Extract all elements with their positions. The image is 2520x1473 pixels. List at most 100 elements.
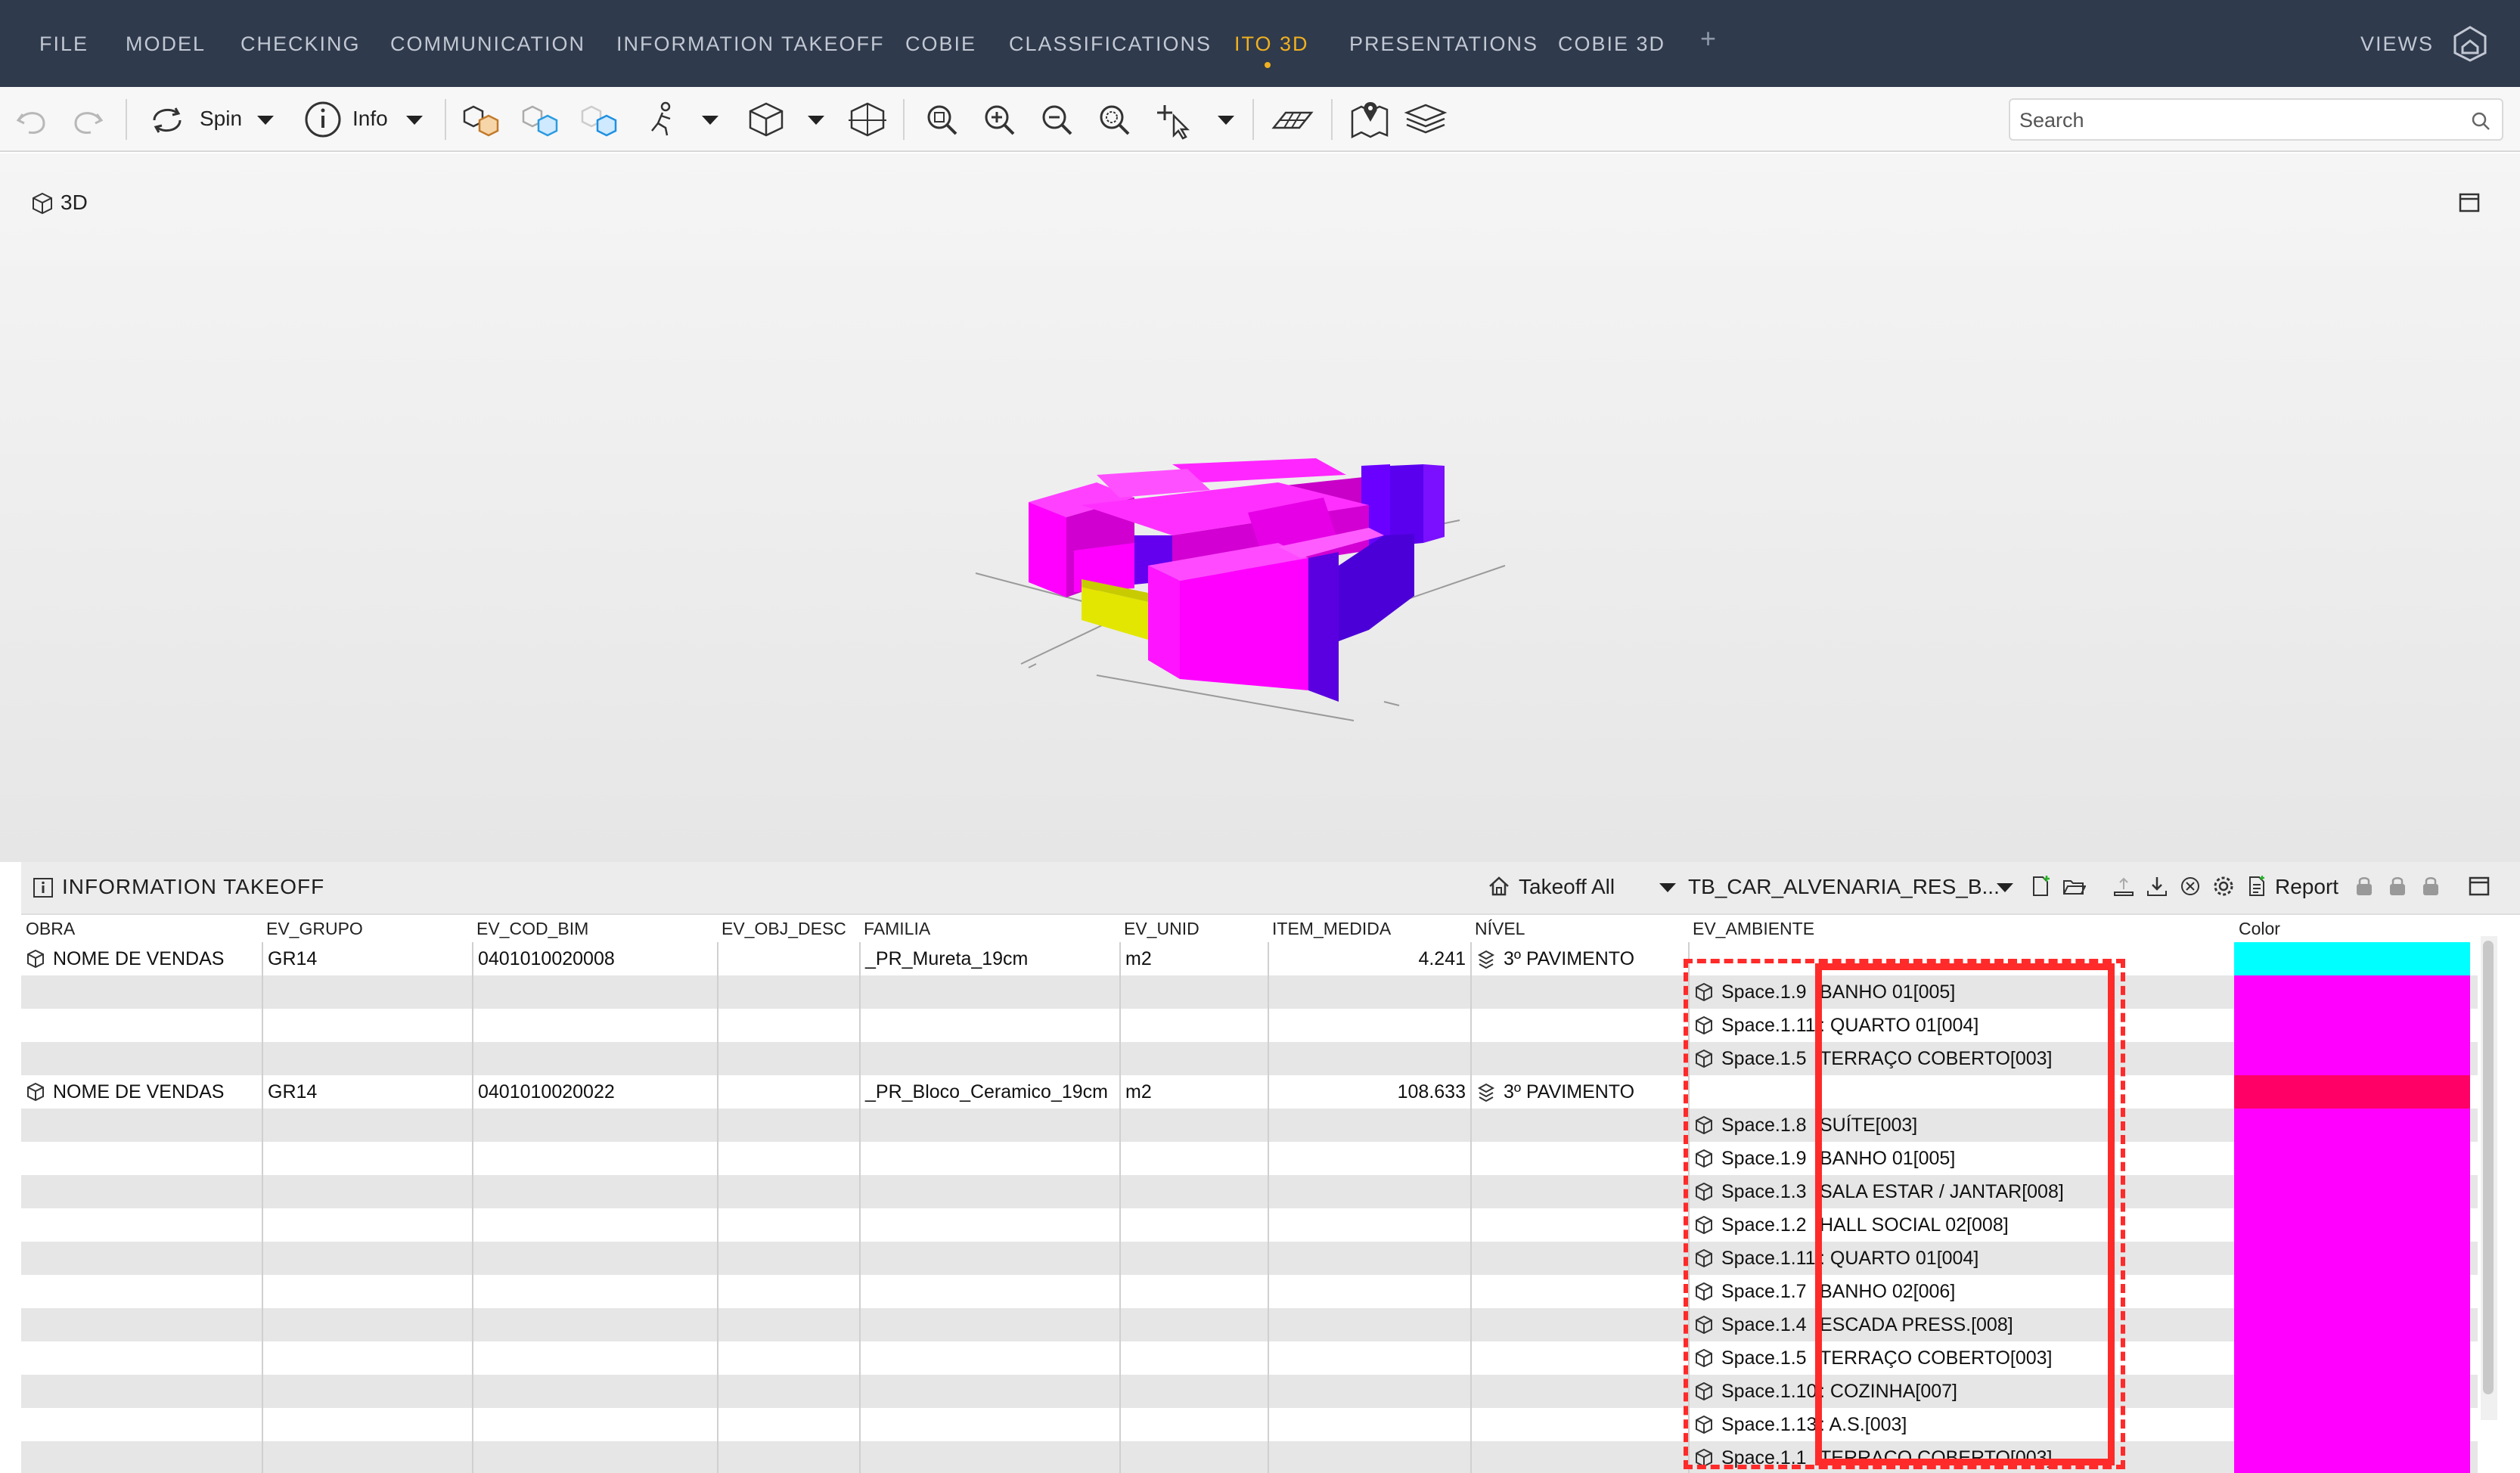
column-header-item-medida[interactable]: ITEM_MEDIDA [1268, 915, 1470, 942]
undo-icon[interactable] [11, 98, 54, 141]
menu-tab-model[interactable]: MODEL [126, 27, 206, 60]
table-row[interactable]: Space.1.7 BANHO 02[006] [21, 1275, 2478, 1308]
table-row[interactable]: Space.1.11: QUARTO 01[004] [21, 1242, 2478, 1275]
takeoff-home-icon[interactable] [1487, 874, 1511, 898]
report-button[interactable]: Report [2275, 875, 2338, 899]
table-row[interactable]: Space.1.13: A.S.[003] [21, 1408, 2478, 1441]
color-swatch[interactable] [2234, 1142, 2470, 1175]
table-row[interactable]: Space.1.5 TERRAÇO COBERTO[003] [21, 1341, 2478, 1375]
table-row[interactable]: Space.1.1 TERRAÇO COBERTO[003] [21, 1441, 2478, 1473]
info-label[interactable]: Info [352, 107, 388, 131]
template-dropdown-caret[interactable] [1997, 883, 2013, 892]
lock-icon[interactable] [2352, 874, 2376, 898]
color-swatch[interactable] [2234, 975, 2470, 1009]
table-row[interactable]: NOME DE VENDAS GR14 0401010020008 _PR_Muret… [21, 942, 2478, 975]
table-row[interactable]: NOME DE VENDAS GR14 0401010020022 _PR_Bloco… [21, 1075, 2478, 1109]
color-swatch[interactable] [2234, 1341, 2470, 1375]
walk-dropdown-caret[interactable] [702, 116, 718, 125]
isolate-objects-icon[interactable] [576, 98, 620, 141]
table-row[interactable]: Space.1.11: QUARTO 01[004] [21, 1009, 2478, 1042]
maximize-icon[interactable] [2458, 191, 2481, 214]
spin-dropdown-caret[interactable] [257, 116, 274, 125]
zoom-out-icon[interactable] [1035, 98, 1078, 141]
color-swatch[interactable] [2234, 1441, 2470, 1473]
zoom-window-icon[interactable] [1092, 98, 1136, 141]
column-header-color[interactable]: Color [2234, 915, 2478, 942]
3d-viewport[interactable]: 3D [0, 154, 2520, 862]
spin-icon[interactable] [145, 98, 189, 141]
table-row[interactable]: Space.1.8 SUÍTE[003] [21, 1109, 2478, 1142]
table-row[interactable]: Space.1.9 BANHO 01[005] [21, 975, 2478, 1009]
search-icon[interactable] [2470, 110, 2491, 132]
export-icon[interactable] [2112, 874, 2136, 898]
color-swatch[interactable] [2234, 1075, 2470, 1109]
color-swatch[interactable] [2234, 1242, 2470, 1275]
menu-tab-communication[interactable]: COMMUNICATION [390, 27, 585, 60]
download-icon[interactable] [2145, 874, 2169, 898]
app-logo-icon[interactable] [2450, 24, 2490, 64]
menu-tab-classifications[interactable]: CLASSIFICATIONS [1009, 27, 1212, 60]
lock-icon[interactable] [2385, 874, 2410, 898]
ghost-objects-icon[interactable] [517, 98, 561, 141]
show-all-objects-icon[interactable] [458, 98, 502, 141]
menu-tab-checking[interactable]: CHECKING [241, 27, 361, 60]
info-dropdown-caret[interactable] [406, 116, 423, 125]
column-header-familia[interactable]: FAMILIA [859, 915, 1119, 942]
table-row[interactable]: Space.1.5 TERRAÇO COBERTO[003] [21, 1042, 2478, 1075]
menu-tab-information-takeoff[interactable]: INFORMATION TAKEOFF [616, 27, 885, 60]
menu-tab-file[interactable]: FILE [39, 27, 88, 60]
info-icon[interactable] [301, 98, 345, 141]
color-swatch[interactable] [2234, 1208, 2470, 1242]
report-icon[interactable] [2245, 874, 2269, 898]
walk-person-icon[interactable] [640, 98, 684, 141]
table-row[interactable]: Space.1.3 SALA ESTAR / JANTAR[008] [21, 1175, 2478, 1208]
color-swatch[interactable] [2234, 1042, 2470, 1075]
menu-tab-ito-3d[interactable]: ITO 3D [1234, 27, 1309, 60]
zoom-in-icon[interactable] [977, 98, 1021, 141]
menu-tab-cobie[interactable]: COBIE [905, 27, 976, 60]
panel-maximize-icon[interactable] [2467, 874, 2491, 898]
select-dropdown-caret[interactable] [1218, 116, 1234, 125]
building-3d-model[interactable] [961, 452, 1535, 740]
table-row[interactable]: Space.1.10: COZINHA[007] [21, 1375, 2478, 1408]
table-row[interactable]: Space.1.4 ESCADA PRESS.[008] [21, 1308, 2478, 1341]
takeoff-all-button[interactable]: Takeoff All [1519, 875, 1615, 899]
color-swatch[interactable] [2234, 1375, 2470, 1408]
view-cube-icon[interactable] [744, 98, 788, 141]
menu-tab-cobie-3d[interactable]: COBIE 3D [1558, 27, 1665, 60]
column-header-obra[interactable]: OBRA [21, 915, 262, 942]
new-file-icon[interactable] [2028, 874, 2053, 898]
template-select[interactable]: TB_CAR_ALVENARIA_RES_B... [1688, 875, 2000, 899]
layers-icon[interactable] [1404, 98, 1448, 141]
column-header-ev-obj-desc[interactable]: EV_OBJ_DESC [717, 915, 859, 942]
views-menu[interactable]: VIEWS [2360, 27, 2434, 60]
menu-tab-presentations[interactable]: PRESENTATIONS [1349, 27, 1538, 60]
color-swatch[interactable] [2234, 1009, 2470, 1042]
color-swatch[interactable] [2234, 1308, 2470, 1341]
column-header-n-vel[interactable]: NÍVEL [1470, 915, 1688, 942]
search-input[interactable] [2019, 106, 2443, 135]
column-header-ev-ambiente[interactable]: EV_AMBIENTE [1688, 915, 2234, 942]
add-tab-button[interactable]: + [1700, 23, 1716, 54]
section-box-icon[interactable] [846, 98, 889, 141]
column-header-ev-cod-bim[interactable]: EV_COD_BIM [472, 915, 717, 942]
color-swatch[interactable] [2234, 1275, 2470, 1308]
redo-icon[interactable] [65, 98, 109, 141]
open-folder-icon[interactable] [2062, 874, 2086, 898]
select-pointer-icon[interactable] [1154, 98, 1198, 141]
color-swatch[interactable] [2234, 1175, 2470, 1208]
column-header-ev-grupo[interactable]: EV_GRUPO [262, 915, 472, 942]
settings-gear-icon[interactable] [2211, 874, 2236, 898]
table-row[interactable]: Space.1.9 BANHO 01[005] [21, 1142, 2478, 1175]
view-dropdown-caret[interactable] [808, 116, 824, 125]
color-swatch[interactable] [2234, 1408, 2470, 1441]
takeoff-dropdown-caret[interactable] [1659, 883, 1676, 892]
search-field[interactable] [2009, 98, 2503, 141]
spin-label[interactable]: Spin [200, 107, 242, 131]
map-pin-icon[interactable] [1348, 98, 1392, 141]
lock-icon[interactable] [2419, 874, 2443, 898]
clear-icon[interactable] [2178, 874, 2202, 898]
zoom-fit-icon[interactable] [920, 98, 964, 141]
grid-plane-icon[interactable] [1271, 98, 1314, 141]
table-row[interactable]: Space.1.2 HALL SOCIAL 02[008] [21, 1208, 2478, 1242]
